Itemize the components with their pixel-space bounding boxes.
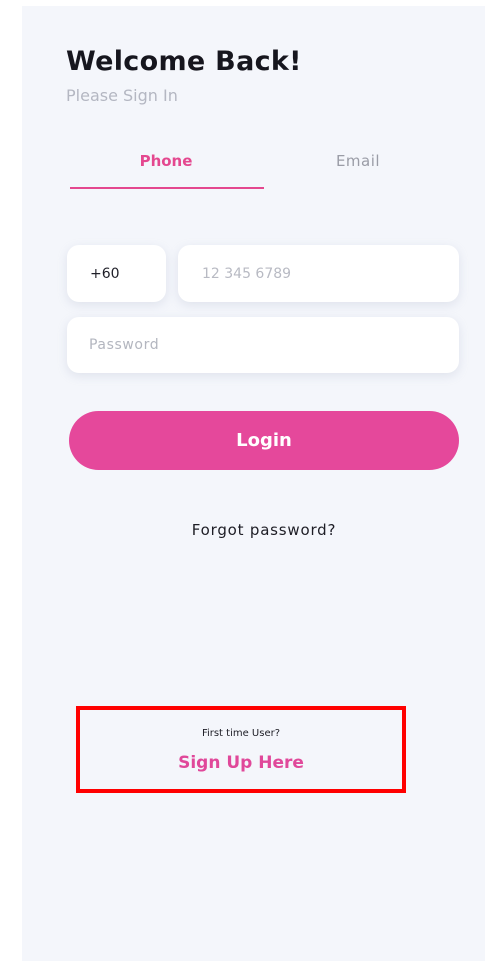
sign-up-link[interactable]: Sign Up Here (80, 753, 402, 773)
country-code-selector[interactable]: +60 (67, 245, 166, 302)
page-subtitle: Please Sign In (66, 86, 178, 105)
forgot-password-link[interactable]: Forgot password? (69, 521, 459, 539)
login-screen: Welcome Back! Please Sign In Phone Email… (22, 6, 485, 961)
login-button-label: Login (236, 430, 292, 451)
login-button[interactable]: Login (69, 411, 459, 470)
signup-highlight-box: First time User? Sign Up Here (76, 706, 406, 793)
phone-number-input[interactable]: 12 345 6789 (178, 245, 459, 302)
first-time-user-text: First time User? (201, 728, 281, 739)
phone-number-placeholder: 12 345 6789 (202, 265, 292, 282)
country-code-value: +60 (90, 265, 120, 282)
tab-phone[interactable]: Phone (70, 152, 262, 170)
password-input[interactable]: Password (67, 317, 459, 373)
tab-email[interactable]: Email (262, 152, 454, 170)
page-title: Welcome Back! (66, 46, 302, 77)
password-placeholder: Password (89, 337, 160, 353)
active-tab-indicator (70, 187, 264, 189)
